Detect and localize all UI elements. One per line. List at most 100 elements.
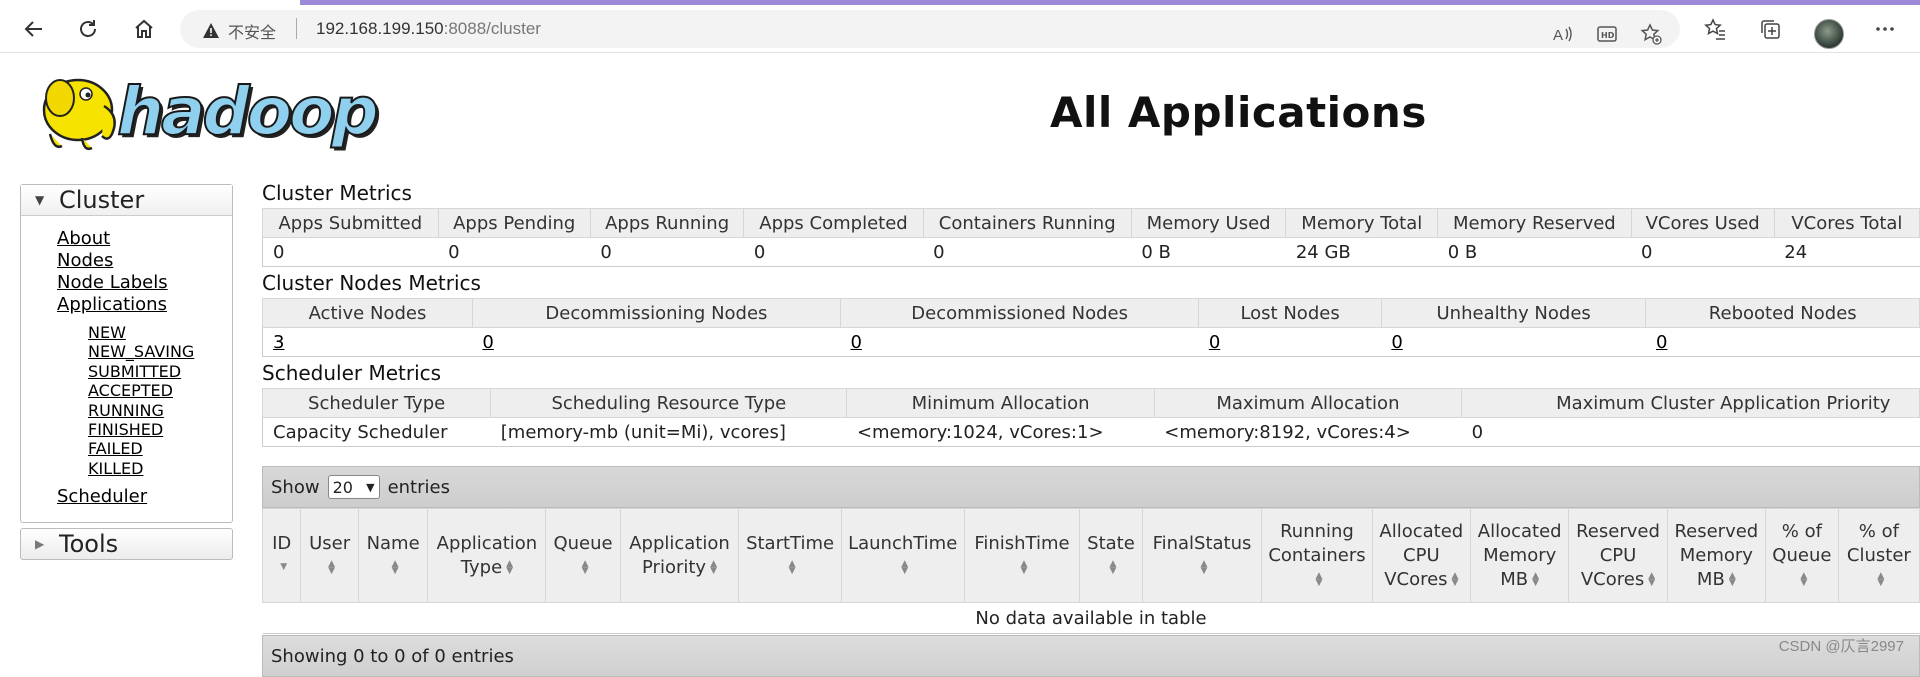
sort-icon: ▲ ▼ [1451,570,1459,588]
cm-header: VCores Used [1630,208,1775,238]
col-header-user[interactable]: User ▲ ▼ [300,508,359,603]
col-header-running-containers[interactable]: Running Containers▲ ▼ [1261,508,1373,603]
sidebar-link-node-labels[interactable]: Node Labels [57,272,232,294]
rebooted-nodes-link[interactable]: 0 [1656,332,1667,353]
sidebar-nav: ▼ Cluster About Nodes Node Labels Applic… [20,184,233,561]
col-header-id[interactable]: ID ▼ [261,508,302,603]
sidebar-link-nodes[interactable]: Nodes [57,250,232,272]
cm-header: Apps Completed [743,208,924,238]
scheduler-metrics-title: Scheduler Metrics [262,361,442,385]
hd-icon[interactable]: HD [1595,22,1619,46]
col-header-reserved-memory-mb[interactable]: Reserved Memory MB ▲ ▼ [1666,508,1767,603]
active-nodes-link[interactable]: 3 [273,332,284,353]
cm-value: 0 [1631,237,1775,267]
state-link-new[interactable]: NEW [88,323,232,342]
cm-value: 0 [590,237,744,267]
page-length-control: Show 20 ▼ entries [262,466,1920,508]
sort-icon: ▲ ▼ [1200,558,1208,576]
col-header-pct-queue[interactable]: % of Queue▲ ▼ [1765,508,1839,603]
col-header-reserved-cpu-vcores[interactable]: Reserved CPU VCores ▲ ▼ [1568,508,1668,603]
col-header-pct-cluster[interactable]: % of Cluster▲ ▼ [1837,508,1920,603]
cm-header: Memory Total [1285,208,1439,238]
col-header-application-priority[interactable]: Application Priority ▲ ▼ [619,508,740,603]
cluster-panel-header[interactable]: ▼ Cluster [21,185,232,216]
sm-value: Capacity Scheduler [261,417,491,447]
nodes-metrics-table: Active Nodes Decommissioning Nodes Decom… [262,298,1920,357]
state-link-submitted[interactable]: SUBMITTED [88,362,232,381]
cm-header: Apps Running [589,208,745,238]
col-header-application-type[interactable]: Application Type ▲ ▼ [427,508,547,603]
table-info-text: Showing 0 to 0 of 0 entries [271,645,514,667]
more-menu-icon[interactable] [1873,17,1897,41]
sidebar-link-about[interactable]: About [57,228,232,250]
col-header-allocated-cpu-vcores[interactable]: Allocated CPU VCores ▲ ▼ [1371,508,1472,603]
address-bar[interactable]: 不安全 192.168.199.150:8088/cluster A HD [180,10,1680,48]
cm-value: 24 GB [1285,237,1438,267]
col-header-finalstatus[interactable]: FinalStatus ▲ ▼ [1141,508,1263,603]
col-header-state[interactable]: State ▲ ▼ [1079,508,1143,603]
nm-header: Decommissioned Nodes [839,298,1200,328]
home-button[interactable] [128,13,160,45]
sm-value: <memory:8192, vCores:4> [1154,417,1462,447]
hadoop-logo[interactable]: hadoop hadoop [20,64,396,156]
favorites-icon[interactable] [1703,17,1727,41]
state-link-killed[interactable]: KILLED [88,459,232,478]
col-header-starttime[interactable]: StartTime ▲ ▼ [738,508,842,603]
unhealthy-nodes-link[interactable]: 0 [1391,332,1402,353]
col-header-name[interactable]: Name ▲ ▼ [357,508,429,603]
back-arrow-icon [24,21,42,37]
sm-header: Maximum Cluster Application Priority [1461,388,1920,418]
sidebar-link-scheduler[interactable]: Scheduler [57,486,232,508]
cm-header: VCores Total [1773,208,1920,238]
url-host: 192.168.199.150 [316,19,444,38]
collapsed-triangle-icon: ▶ [35,537,45,552]
sort-icon: ▲ ▼ [1728,570,1736,588]
decommissioning-nodes-link[interactable]: 0 [482,332,493,353]
url-text[interactable]: 192.168.199.150:8088/cluster [316,19,541,39]
nodes-metrics-title: Cluster Nodes Metrics [262,271,481,295]
page-title: All Applications [1050,88,1427,137]
chevron-down-icon: ▼ [366,480,375,494]
state-link-finished[interactable]: FINISHED [88,420,232,439]
add-favorite-icon[interactable] [1639,22,1663,46]
cm-header: Containers Running [922,208,1132,238]
decommissioned-nodes-link[interactable]: 0 [850,332,861,353]
col-header-finishtime[interactable]: FinishTime ▲ ▼ [963,508,1081,603]
entries-label: entries [387,476,450,498]
empty-table-message: No data available in table [262,602,1920,634]
sidebar-link-applications[interactable]: Applications [57,294,232,316]
cm-header: Memory Reserved [1437,208,1632,238]
back-button[interactable] [18,13,50,45]
sm-header: Scheduling Resource Type [490,388,848,418]
read-aloud-icon[interactable]: A [1551,22,1575,46]
security-indicator[interactable]: 不安全 [202,19,276,43]
nm-header: Unhealthy Nodes [1380,298,1647,328]
cm-value: 0 [743,237,924,267]
col-header-queue[interactable]: Queue ▲ ▼ [545,508,621,603]
state-link-new-saving[interactable]: NEW_SAVING [88,342,232,361]
sm-header: Minimum Allocation [846,388,1155,418]
nm-header: Active Nodes [262,298,473,328]
lost-nodes-link[interactable]: 0 [1209,332,1220,353]
table-info-footer: Showing 0 to 0 of 0 entries [262,635,1920,677]
scheduler-metrics-table: Scheduler Type Scheduling Resource Type … [261,388,1920,447]
tools-panel-header[interactable]: ▶ Tools [20,528,233,561]
state-link-failed[interactable]: FAILED [88,439,232,458]
expanded-triangle-icon: ▼ [35,193,45,207]
profile-avatar[interactable] [1814,19,1844,49]
sort-icon: ▲ ▼ [1109,558,1117,576]
sort-desc-icon: ▼ [280,562,288,572]
browser-toolbar: 不安全 192.168.199.150:8088/cluster A HD [0,6,1920,53]
sort-icon: ▲ ▼ [710,558,717,576]
applications-table: ID ▼ User ▲ ▼ Name ▲ ▼ Application Type ▲ ▼ Que… [261,508,1920,634]
nm-header: Rebooted Nodes [1645,298,1920,328]
entries-select[interactable]: 20 ▼ [327,475,380,499]
refresh-button[interactable] [72,13,104,45]
col-header-launchtime[interactable]: LaunchTime ▲ ▼ [840,508,965,603]
col-header-allocated-memory-mb[interactable]: Allocated Memory MB ▲ ▼ [1469,508,1570,603]
address-separator [296,18,297,39]
collections-icon[interactable] [1758,17,1782,41]
state-link-accepted[interactable]: ACCEPTED [88,381,232,400]
state-link-running[interactable]: RUNNING [88,401,232,420]
insecure-label: 不安全 [228,25,277,42]
